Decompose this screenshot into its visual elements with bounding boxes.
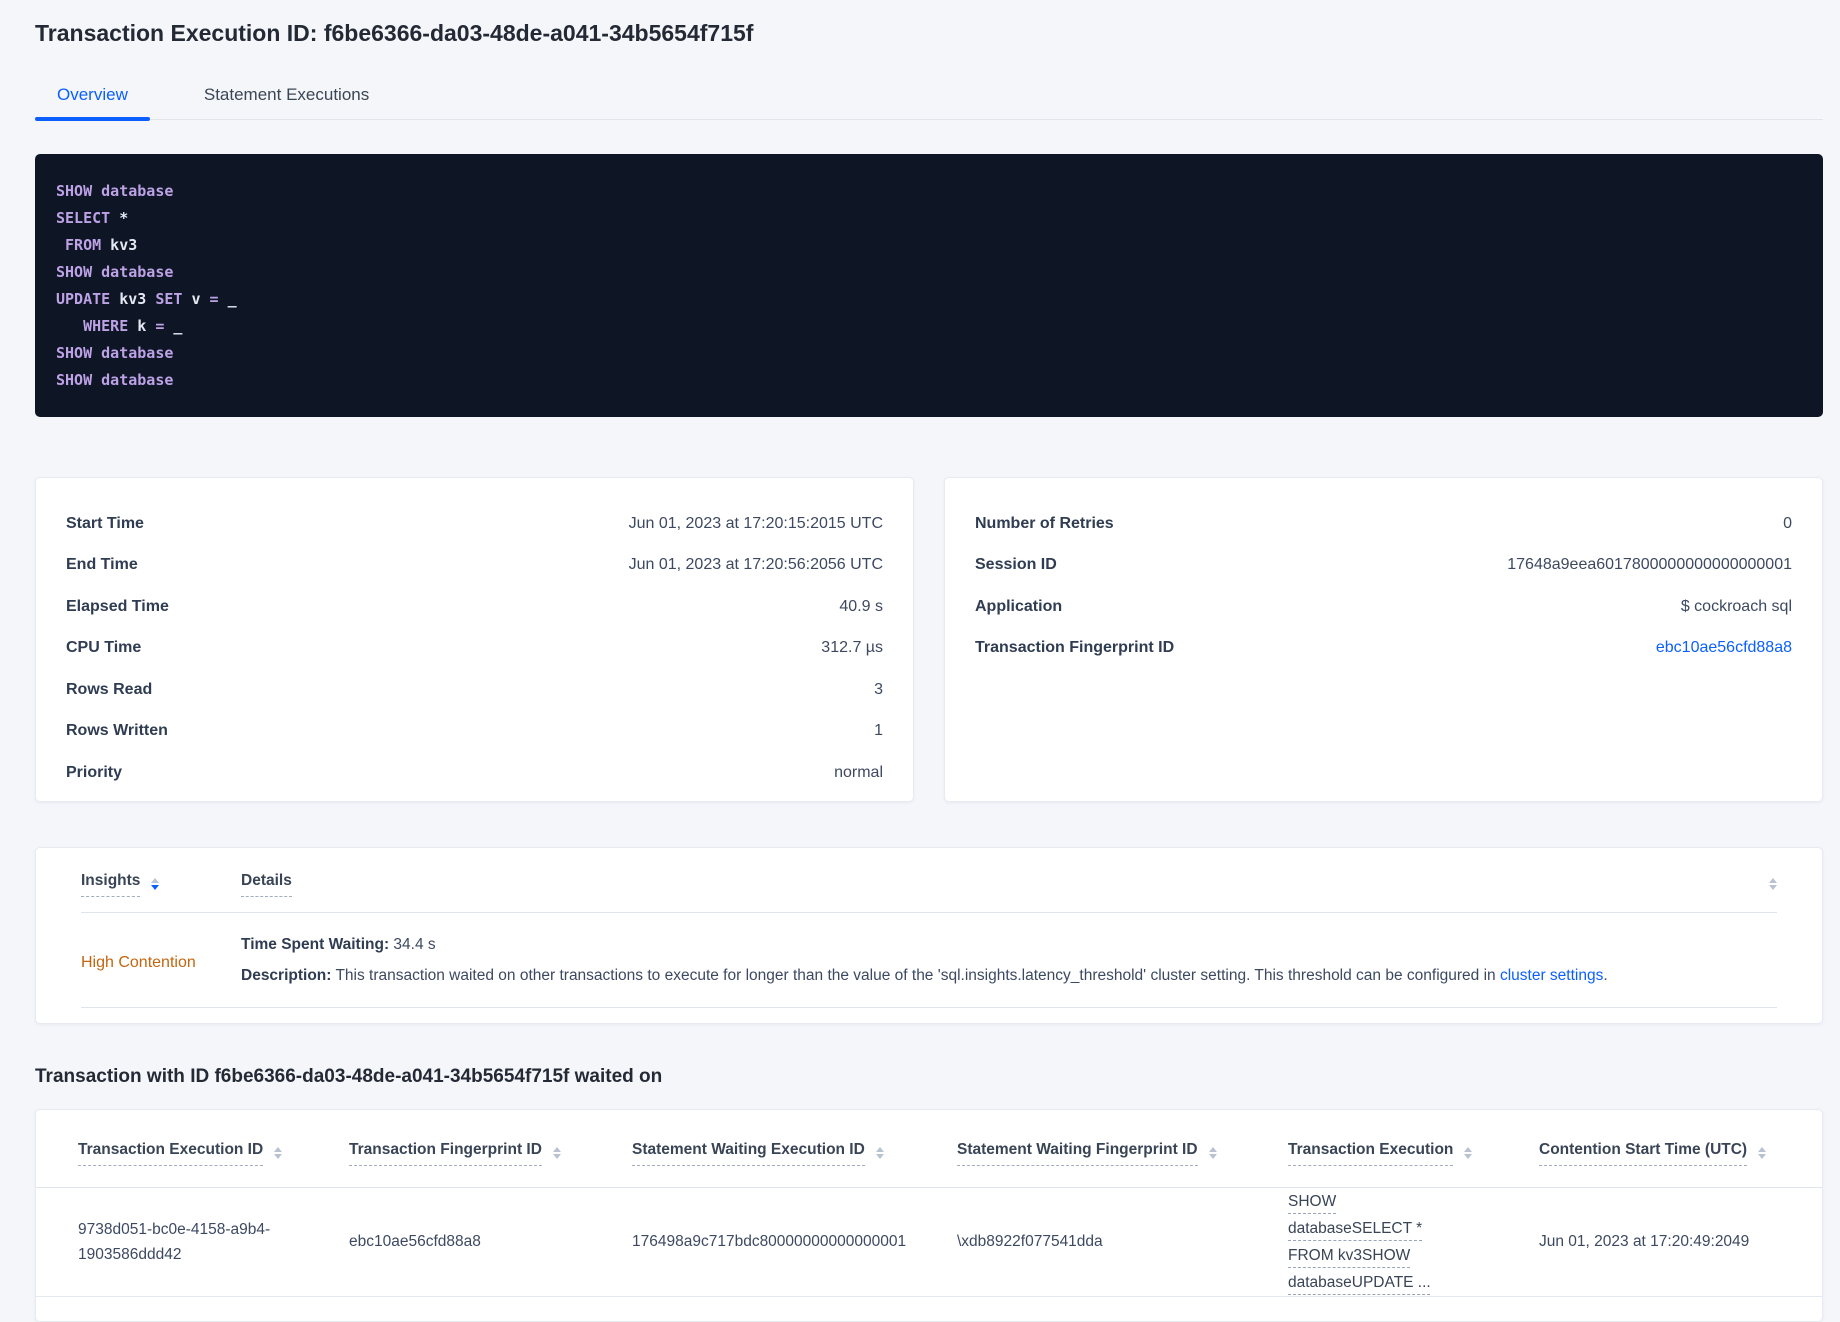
header-cell-transaction-fingerprint-id: Transaction Fingerprint ID [349, 1110, 632, 1187]
cell-transaction-fingerprint-id: ebc10ae56cfd88a8 [349, 1186, 632, 1297]
cell-transaction-execution-id: 9738d051-bc0e-4158-a9b4-1903586ddd42 [36, 1186, 349, 1297]
sort-icon[interactable] [151, 877, 160, 890]
description-line: Description: This transaction waited on … [241, 964, 1777, 988]
stat-row-end-time: End Time Jun 01, 2023 at 17:20:56:2056 U… [66, 545, 883, 587]
tab-statement-executions[interactable]: Statement Executions [182, 75, 391, 119]
stat-row-priority: Priority normal [66, 752, 883, 794]
stat-value: Jun 01, 2023 at 17:20:56:2056 UTC [628, 556, 883, 574]
waited-on-table-card: Transaction Execution ID Transaction Fin… [35, 1109, 1823, 1322]
insights-table-header: Insights Details [81, 848, 1777, 913]
sort-icon[interactable] [1208, 1146, 1217, 1160]
transaction-details-page: Transaction Execution ID: f6be6366-da03-… [35, 0, 1823, 1322]
header-cell-statement-waiting-fingerprint-id: Statement Waiting Fingerprint ID [957, 1110, 1288, 1187]
column-header[interactable]: Statement Waiting Fingerprint ID [957, 1141, 1198, 1166]
table-row: 9738d051-bc0e-4158-a9b4-1903586ddd42 ebc… [36, 1186, 1822, 1297]
cell-transaction-execution: SHOW databaseSELECT * FROM kv3SHOW datab… [1288, 1186, 1539, 1297]
time-spent-waiting-line: Time Spent Waiting: 34.4 s [241, 933, 1777, 957]
stat-label: CPU Time [66, 639, 142, 657]
stat-row-elapsed-time: Elapsed Time 40.9 s [66, 586, 883, 628]
time-spent-waiting-value: 34.4 s [389, 936, 436, 953]
stat-value: 17648a9eea6017800000000000000001 [1507, 556, 1792, 574]
insight-details: Time Spent Waiting: 34.4 s Description: … [241, 933, 1777, 993]
details-column-header[interactable]: Details [241, 872, 292, 897]
stat-row-start-time: Start Time Jun 01, 2023 at 17:20:15:2015… [66, 503, 883, 545]
transaction-execution-id-value: 9738d051-bc0e-4158-a9b4-1903586ddd42 [78, 1220, 271, 1263]
stat-value: 40.9 s [839, 597, 883, 615]
stat-label: Application [975, 597, 1063, 615]
transaction-execution-link[interactable]: SHOW databaseSELECT * FROM kv3SHOW datab… [1288, 1188, 1460, 1296]
stat-row-transaction-fingerprint-id: Transaction Fingerprint ID ebc10ae56cfd8… [975, 628, 1792, 670]
cell-contention-start-time: Jun 01, 2023 at 17:20:49:2049 [1539, 1186, 1822, 1297]
stat-label: Rows Read [66, 680, 153, 698]
insights-column-header[interactable]: Insights [81, 872, 141, 897]
insights-column-header-cell: Insights [81, 872, 241, 897]
column-header[interactable]: Transaction Fingerprint ID [349, 1141, 542, 1166]
description-label: Description: [241, 967, 332, 984]
stat-label: Priority [66, 763, 123, 781]
waited-on-table: Transaction Execution ID Transaction Fin… [36, 1110, 1822, 1297]
stat-row-rows-written: Rows Written 1 [66, 711, 883, 753]
sort-icon[interactable] [552, 1146, 561, 1160]
stat-value: Jun 01, 2023 at 17:20:15:2015 UTC [628, 514, 883, 532]
stat-label: Elapsed Time [66, 597, 169, 615]
insights-table: Insights Details High Contention Time Sp… [35, 847, 1823, 1024]
stat-label: End Time [66, 556, 138, 574]
header-cell-statement-waiting-execution-id: Statement Waiting Execution ID [632, 1110, 957, 1187]
execution-stats-card: Start Time Jun 01, 2023 at 17:20:15:2015… [35, 477, 914, 802]
stat-label: Session ID [975, 556, 1057, 574]
stat-row-cpu-time: CPU Time 312.7 µs [66, 628, 883, 670]
waited-on-header-row: Transaction Execution ID Transaction Fin… [36, 1110, 1822, 1187]
stat-row-number-of-retries: Number of Retries 0 [975, 503, 1792, 545]
insight-row: High Contention Time Spent Waiting: 34.4… [81, 913, 1777, 1008]
cell-statement-waiting-fingerprint-id: \xdb8922f077541dda [957, 1186, 1288, 1297]
summary-cards-row: Start Time Jun 01, 2023 at 17:20:15:2015… [35, 477, 1823, 802]
header-cell-transaction-execution-id: Transaction Execution ID [36, 1110, 349, 1187]
description-text: This transaction waited on other transac… [331, 967, 1500, 984]
stat-row-session-id: Session ID 17648a9eea6017800000000000000… [975, 545, 1792, 587]
header-cell-transaction-execution: Transaction Execution [1288, 1110, 1539, 1187]
waited-on-heading: Transaction with ID f6be6366-da03-48de-a… [35, 1066, 663, 1087]
column-header[interactable]: Transaction Execution ID [78, 1141, 264, 1166]
stat-label: Start Time [66, 514, 144, 532]
stat-row-application: Application $ cockroach sql [975, 586, 1792, 628]
stat-value: 0 [1783, 514, 1792, 532]
sort-icon[interactable] [1769, 877, 1777, 891]
header-cell-contention-start-time: Contention Start Time (UTC) [1539, 1110, 1822, 1187]
insight-type-badge: High Contention [81, 954, 196, 971]
tab-bar: Overview Statement Executions [35, 75, 1823, 121]
cell-statement-waiting-execution-id: 176498a9c717bdc80000000000000001 [632, 1186, 957, 1297]
column-header[interactable]: Transaction Execution [1288, 1141, 1454, 1166]
stat-label: Transaction Fingerprint ID [975, 639, 1175, 657]
sort-icon[interactable] [1758, 1146, 1767, 1160]
stat-label: Rows Written [66, 722, 168, 740]
column-header[interactable]: Statement Waiting Execution ID [632, 1141, 865, 1166]
time-spent-waiting-label: Time Spent Waiting: [241, 936, 390, 953]
session-stats-card: Number of Retries 0 Session ID 17648a9ee… [944, 477, 1823, 802]
stat-value: normal [834, 763, 883, 781]
sql-statements-box: SHOW database SELECT * FROM kv3 SHOW datab… [35, 154, 1823, 417]
tab-overview[interactable]: Overview [35, 75, 150, 121]
stat-value: 1 [874, 722, 883, 740]
description-period: . [1603, 967, 1608, 984]
stat-row-rows-read: Rows Read 3 [66, 669, 883, 711]
sort-icon[interactable] [1464, 1146, 1473, 1160]
page-title: Transaction Execution ID: f6be6366-da03-… [35, 20, 754, 46]
stat-value: 3 [874, 680, 883, 698]
column-header[interactable]: Contention Start Time (UTC) [1539, 1141, 1748, 1166]
sort-icon[interactable] [875, 1146, 884, 1160]
stat-value: $ cockroach sql [1680, 597, 1792, 615]
transaction-fingerprint-link[interactable]: ebc10ae56cfd88a8 [1656, 639, 1792, 657]
stat-value: 312.7 µs [821, 639, 883, 657]
stat-label: Number of Retries [975, 514, 1114, 532]
sort-icon[interactable] [274, 1146, 283, 1160]
details-column-header-cell: Details [241, 872, 292, 897]
cluster-settings-link[interactable]: cluster settings [1500, 967, 1603, 984]
